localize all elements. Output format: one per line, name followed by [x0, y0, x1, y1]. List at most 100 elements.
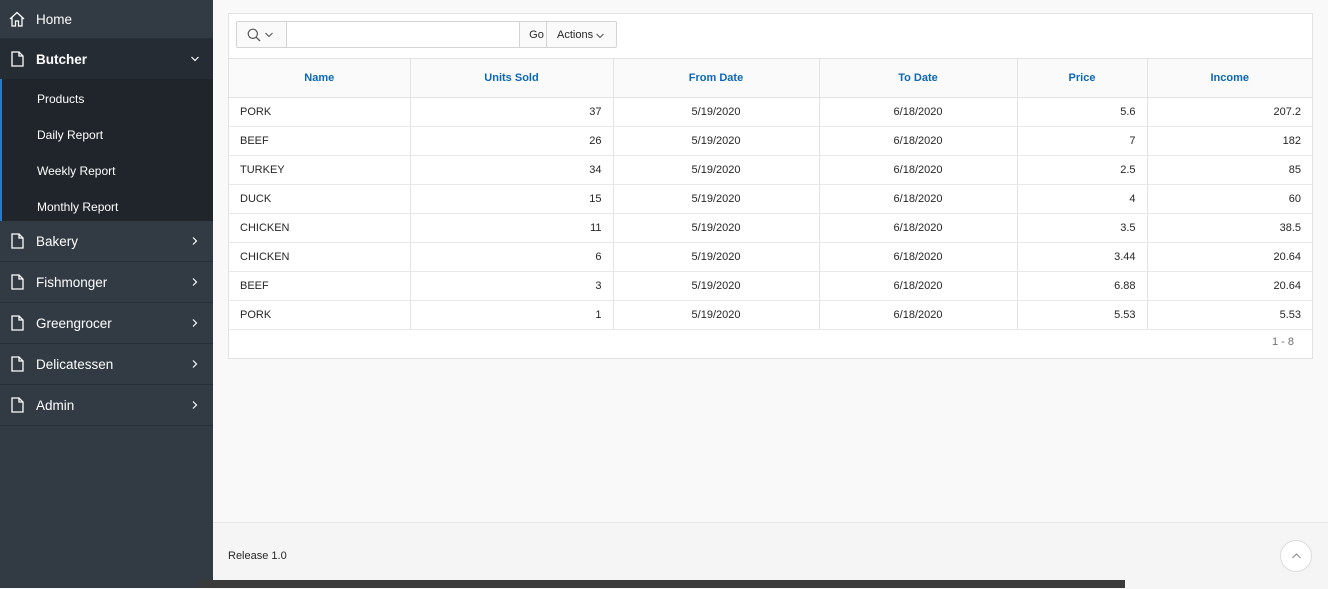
- cell-income: 207.2: [1147, 97, 1312, 127]
- cell-units-sold: 11: [410, 213, 614, 243]
- submenu-item-weekly-report[interactable]: Weekly Report: [2, 153, 213, 189]
- butcher-submenu: Products Daily Report Weekly Report Mont…: [0, 79, 213, 221]
- submenu-item-monthly-report[interactable]: Monthly Report: [2, 189, 213, 225]
- cell-units-sold: 34: [410, 155, 614, 185]
- cell-price: 6.88: [1017, 271, 1148, 301]
- nav-label-delicatessen: Delicatessen: [36, 356, 114, 372]
- nav-item-greengrocer[interactable]: Greengrocer: [0, 303, 213, 344]
- column-header-price[interactable]: Price: [1017, 59, 1148, 98]
- cell-to-date: 6/18/2020: [819, 271, 1018, 301]
- table-row: TURKEY 34 5/19/2020 6/18/2020 2.5 85: [229, 155, 1312, 185]
- table-row: CHICKEN 6 5/19/2020 6/18/2020 3.44 20.64: [229, 242, 1312, 272]
- cell-income: 38.5: [1147, 213, 1312, 243]
- cell-name: BEEF: [229, 271, 411, 301]
- nav-item-delicatessen[interactable]: Delicatessen: [0, 344, 213, 385]
- table-row: PORK 1 5/19/2020 6/18/2020 5.53 5.53: [229, 300, 1312, 330]
- page-footer: Release 1.0: [213, 522, 1328, 589]
- document-icon: [11, 274, 24, 290]
- chevron-right-icon: [192, 319, 198, 327]
- cell-units-sold: 26: [410, 126, 614, 156]
- document-icon: [11, 397, 24, 413]
- chevron-down-icon: [265, 32, 273, 38]
- column-header-name[interactable]: Name: [229, 59, 411, 98]
- chevron-down-icon: [596, 33, 604, 39]
- cell-from-date: 5/19/2020: [613, 155, 820, 185]
- cell-income: 20.64: [1147, 271, 1312, 301]
- home-icon: [9, 11, 25, 27]
- cell-units-sold: 3: [410, 271, 614, 301]
- table-header-row: Name Units Sold From Date To Date Price …: [229, 59, 1312, 98]
- chevron-right-icon: [192, 360, 198, 368]
- cell-units-sold: 6: [410, 242, 614, 272]
- nav-item-butcher[interactable]: Butcher: [0, 39, 213, 79]
- cell-from-date: 5/19/2020: [613, 184, 820, 214]
- cell-to-date: 6/18/2020: [819, 300, 1018, 330]
- search-input[interactable]: [287, 22, 519, 47]
- table-row: PORK 37 5/19/2020 6/18/2020 5.6 207.2: [229, 97, 1312, 127]
- cell-price: 5.6: [1017, 97, 1148, 127]
- submenu-item-daily-report[interactable]: Daily Report: [2, 117, 213, 153]
- table-row: BEEF 26 5/19/2020 6/18/2020 7 182: [229, 126, 1312, 156]
- chevron-up-icon: [1292, 553, 1301, 559]
- sidebar: Home Butcher Products Daily Report Weekl…: [0, 0, 213, 588]
- cell-income: 5.53: [1147, 300, 1312, 330]
- cell-name: PORK: [229, 300, 411, 330]
- cell-name: CHICKEN: [229, 213, 411, 243]
- cell-name: CHICKEN: [229, 242, 411, 272]
- nav-label-admin: Admin: [36, 397, 75, 413]
- search-group: Go: [236, 21, 554, 48]
- nav-label-fishmonger: Fishmonger: [36, 274, 108, 290]
- cell-from-date: 5/19/2020: [613, 271, 820, 301]
- cell-name: DUCK: [229, 184, 411, 214]
- cell-to-date: 6/18/2020: [819, 184, 1018, 214]
- nav-item-home[interactable]: Home: [0, 0, 213, 39]
- release-version: Release 1.0: [228, 550, 287, 562]
- report-region: Go Actions Name Units Sold From Date To …: [228, 13, 1313, 359]
- report-toolbar: Go Actions: [229, 14, 1312, 59]
- document-icon: [11, 51, 24, 67]
- cell-price: 5.53: [1017, 300, 1148, 330]
- cell-name: PORK: [229, 97, 411, 127]
- submenu-item-products[interactable]: Products: [2, 81, 213, 117]
- document-icon: [11, 233, 24, 249]
- nav-item-bakery[interactable]: Bakery: [0, 221, 213, 262]
- cell-units-sold: 37: [410, 97, 614, 127]
- cell-from-date: 5/19/2020: [613, 300, 820, 330]
- nav-label-home: Home: [36, 11, 73, 27]
- cell-price: 2.5: [1017, 155, 1148, 185]
- column-header-income[interactable]: Income: [1147, 59, 1312, 98]
- column-header-to-date[interactable]: To Date: [819, 59, 1018, 98]
- column-header-units-sold[interactable]: Units Sold: [410, 59, 614, 98]
- cell-from-date: 5/19/2020: [613, 97, 820, 127]
- nav-label-butcher: Butcher: [36, 51, 88, 67]
- cell-from-date: 5/19/2020: [613, 126, 820, 156]
- report-table: Name Units Sold From Date To Date Price …: [229, 59, 1312, 330]
- column-header-from-date[interactable]: From Date: [613, 59, 820, 98]
- nav-label-greengrocer: Greengrocer: [36, 315, 112, 331]
- search-icon: [247, 28, 261, 42]
- actions-label: Actions: [557, 28, 594, 41]
- chevron-right-icon: [192, 401, 198, 409]
- cell-units-sold: 15: [410, 184, 614, 214]
- actions-menu-button[interactable]: Actions: [546, 21, 617, 48]
- chevron-right-icon: [192, 237, 198, 245]
- cell-from-date: 5/19/2020: [613, 213, 820, 243]
- nav-label-bakery: Bakery: [36, 233, 79, 249]
- search-column-button[interactable]: [237, 22, 287, 47]
- pagination-info: 1 - 8: [1271, 336, 1294, 348]
- nav-item-fishmonger[interactable]: Fishmonger: [0, 262, 213, 303]
- nav-item-admin[interactable]: Admin: [0, 385, 213, 426]
- table-row: BEEF 3 5/19/2020 6/18/2020 6.88 20.64: [229, 271, 1312, 301]
- taskbar-strip: [200, 580, 1125, 588]
- cell-price: 3.44: [1017, 242, 1148, 272]
- cell-name: TURKEY: [229, 155, 411, 185]
- cell-to-date: 6/18/2020: [819, 155, 1018, 185]
- scroll-to-top-button[interactable]: [1280, 540, 1312, 572]
- cell-to-date: 6/18/2020: [819, 126, 1018, 156]
- cell-name: BEEF: [229, 126, 411, 156]
- cell-price: 3.5: [1017, 213, 1148, 243]
- cell-income: 60: [1147, 184, 1312, 214]
- chevron-down-icon: [191, 56, 199, 62]
- cell-income: 182: [1147, 126, 1312, 156]
- table-row: DUCK 15 5/19/2020 6/18/2020 4 60: [229, 184, 1312, 214]
